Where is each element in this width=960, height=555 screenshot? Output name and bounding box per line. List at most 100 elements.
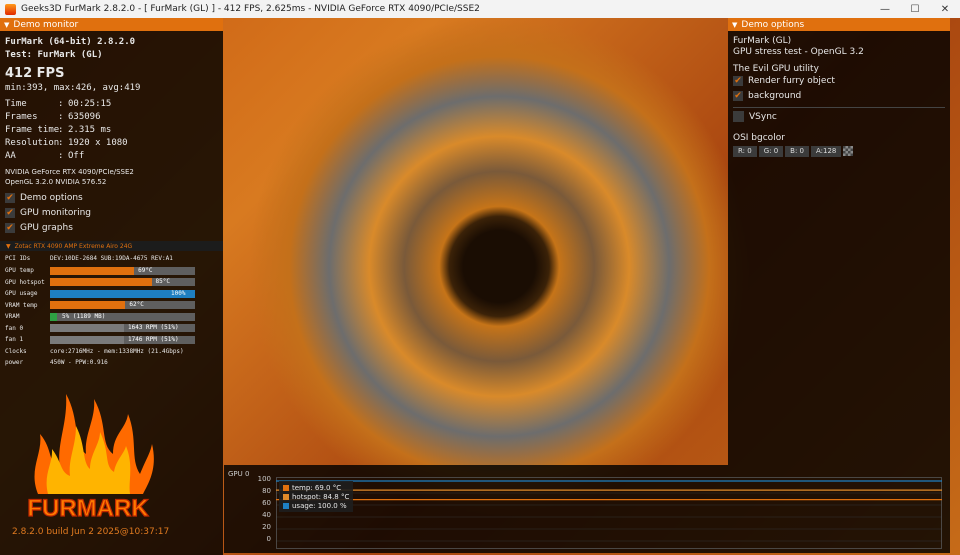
clocks-label: Clocks [5,348,27,355]
vsync-checkbox[interactable]: VSync [733,111,777,122]
legend-label: temp: 69.0 °C [292,483,342,492]
metric-value: 1643 RPM (51%) [128,324,179,331]
stat-colon: : [58,125,64,135]
logo-wordmark: FURMARK [27,495,149,522]
metric-label: fan 1 [5,336,24,343]
stat-row: Resolution [5,138,60,148]
opengl-info: OpenGL 3.2.0 NVIDIA 576.52 [5,178,107,186]
divider [733,107,945,108]
demo-monitor-header[interactable]: ▼ Demo monitor [0,18,223,31]
stat-value: 00:25:15 [68,99,112,109]
metric-value: 69°C [138,266,153,274]
y-tick-label: 80 [262,487,271,495]
legend-item: temp: 69.0 °C [283,483,349,492]
stat-row: AA [5,151,16,161]
legend-swatch [283,484,289,491]
checkbox-check-icon: ✔ [5,193,15,203]
checkbox-check-icon: ✔ [733,91,743,101]
metric-bar: 1643 RPM (51%) [50,324,195,332]
graph-plot [276,477,942,549]
stat-colon: : [58,138,64,148]
y-tick-label: 20 [262,523,271,531]
metric-bar-fill [50,301,126,309]
maximize-button[interactable]: ☐ [900,0,930,18]
y-tick-label: 60 [262,499,271,507]
demo-options-checkbox[interactable]: ✔ Demo options [5,193,83,203]
window-title: Geeks3D FurMark 2.8.2.0 - [ FurMark (GL)… [21,4,480,14]
gpu-monitor-header[interactable]: ▼ Zotac RTX 4090 AMP Extreme Airo 24G [0,241,223,251]
window-titlebar: Geeks3D FurMark 2.8.2.0 - [ FurMark (GL)… [0,0,960,18]
metric-label: fan 0 [5,324,24,332]
metric-bar-fill [50,278,152,286]
metric-label: VRAM temp [5,301,38,309]
render-furry-object-checkbox[interactable]: ✔ Render furry object [733,76,835,86]
gpu-metric-row: fan 1 1746 RPM (51%) [5,335,195,344]
legend-item: usage: 100.0 % [283,501,349,510]
checkbox-label: GPU monitoring [20,208,91,218]
clocks-value: core:2716MHz - mem:1338MHz (21.4Gbps) [50,348,184,355]
color-swatch-checker-icon[interactable] [843,146,854,156]
red-channel-input[interactable]: R: 0 [733,146,757,157]
checkbox-check-icon: ✔ [5,223,15,233]
metric-bar-fill [50,335,124,344]
checkbox-label: Demo options [20,193,83,203]
gpu-monitoring-checkbox[interactable]: ✔ GPU monitoring [5,208,91,218]
stat-value: Off [68,151,85,161]
graph-legend: temp: 69.0 °C hotspot: 84.8 °C usage: 10… [279,481,354,512]
legend-item: hotspot: 84.8 °C [283,492,349,501]
gpu-graphs-checkbox[interactable]: ✔ GPU graphs [5,223,73,233]
metric-value: 100% [171,289,186,297]
power-value: 450W - PPW:0.916 [50,359,108,366]
metric-bar: 5% (1189 MB) [50,312,195,321]
furmark-app-icon [5,3,16,15]
gpu-graph-panel: GPU 0 100 80 60 40 20 0 temp: 69.0 °C hotspot… [224,465,950,553]
metric-bar: 85°C [50,278,195,286]
blue-channel-input[interactable]: B: 0 [785,146,809,157]
legend-label: usage: 100.0 % [292,501,347,510]
gpu-model-name: Zotac RTX 4090 AMP Extreme Airo 24G [14,242,133,250]
alpha-channel-input[interactable]: A:128 [811,146,842,157]
stat-row: Frames [5,112,38,122]
collapse-triangle-icon: ▼ [732,20,738,29]
pci-label: PCI IDs [5,255,31,262]
gpu-metric-row: GPU usage 100% [5,289,195,298]
clocks-row: Clocks core:2716MHz - mem:1338MHz (21.4G… [5,347,184,356]
build-info: 2.8.2.0 build Jun 2 2025@10:37:17 [12,527,170,537]
background-checkbox[interactable]: ✔ background [733,91,801,101]
legend-swatch [283,502,289,509]
close-button[interactable]: ✕ [930,0,960,18]
furmark-logo: FURMARK [27,394,154,523]
minimize-button[interactable]: — [870,0,900,18]
stat-colon: : [58,151,64,161]
metric-value: 85°C [155,278,170,285]
metric-label: GPU temp [5,267,34,274]
fps-stats: min:393, max:426, avg:419 [5,83,141,93]
osi-bgcolor-label: OSI bgcolor [733,133,785,143]
demo-options-title: Demo options [741,19,805,30]
gpu-metric-row: fan 0 1643 RPM (51%) [5,324,195,333]
metric-value: 1746 RPM (51%) [128,335,179,343]
legend-swatch [283,493,289,500]
collapse-triangle-icon: ▼ [4,20,10,29]
checkbox-label: background [748,91,802,101]
stat-row: Time [5,99,27,109]
checkbox-label: VSync [749,111,777,122]
metric-label: GPU hotspot [5,278,45,286]
metric-bar: 69°C [50,266,195,275]
gpu-metric-row: GPU hotspot 85°C [5,278,195,287]
test-name: Test: FurMark (GL) [5,50,103,60]
checkbox-check-icon: ✔ [733,76,743,86]
gpu-metric-row: VRAM 5% (1189 MB) [5,312,195,321]
green-channel-input[interactable]: G: 0 [758,146,784,157]
metric-bar-fill [50,324,124,332]
metric-value: 5% (1189 MB) [62,312,106,320]
stat-value: 1920 x 1080 [68,138,128,148]
power-label: power [5,359,24,366]
checkbox-label: GPU graphs [20,223,73,233]
demo-monitor-title: Demo monitor [13,19,79,30]
graph-title: GPU 0 [228,470,250,478]
demo-options-header[interactable]: ▼ Demo options [728,18,950,31]
power-row: power 450W - PPW:0.916 [5,358,108,367]
legend-label: hotspot: 84.8 °C [292,492,350,501]
stat-row: Frame time [5,125,60,135]
